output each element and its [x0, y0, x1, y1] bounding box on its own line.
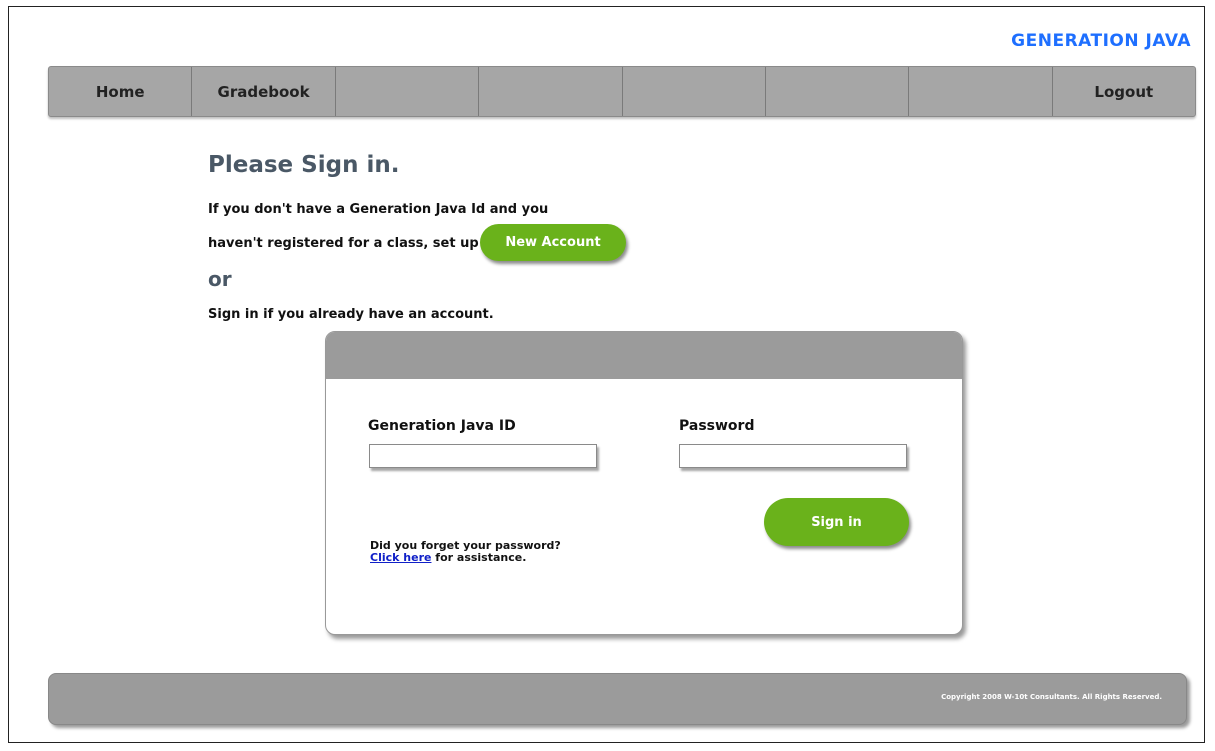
- footer-bar: Copyright 2008 W-10t Consultants. All Ri…: [48, 673, 1187, 725]
- or-separator: or: [208, 267, 232, 291]
- login-panel: Generation Java ID Password Sign in Did …: [325, 331, 963, 635]
- forgot-suffix: for assistance.: [431, 551, 527, 564]
- forgot-password-text: Did you forget your password? Click here…: [370, 540, 561, 564]
- top-nav: Home Gradebook Logout: [48, 66, 1196, 117]
- nav-item-empty-5: [909, 67, 1053, 116]
- signin-hint-text: Sign in if you already have an account.: [208, 307, 494, 322]
- brand-logo: GENERATION JAVA: [1011, 31, 1191, 51]
- nav-item-empty-1: [336, 67, 480, 116]
- forgot-password-link[interactable]: Click here: [370, 551, 431, 564]
- nav-item-empty-4: [766, 67, 910, 116]
- page-title: Please Sign in.: [208, 152, 400, 178]
- login-panel-header: [326, 332, 962, 379]
- nav-item-empty-2: [479, 67, 623, 116]
- id-label: Generation Java ID: [368, 418, 516, 434]
- sign-in-button[interactable]: Sign in: [764, 498, 909, 546]
- copyright-text: Copyright 2008 W-10t Consultants. All Ri…: [941, 693, 1162, 701]
- intro-text-line-1: If you don't have a Generation Java Id a…: [208, 202, 549, 217]
- forgot-assistance-line: Click here for assistance.: [370, 552, 561, 564]
- password-label: Password: [679, 418, 755, 434]
- nav-item-home[interactable]: Home: [49, 67, 193, 116]
- new-account-button[interactable]: New Account: [480, 224, 626, 261]
- intro-text-line-2: haven't registered for a class, set up a: [208, 236, 492, 251]
- nav-item-empty-3: [623, 67, 766, 116]
- nav-item-logout[interactable]: Logout: [1053, 67, 1195, 116]
- nav-item-gradebook[interactable]: Gradebook: [192, 67, 336, 116]
- password-input[interactable]: [679, 444, 907, 468]
- id-input[interactable]: [369, 444, 597, 468]
